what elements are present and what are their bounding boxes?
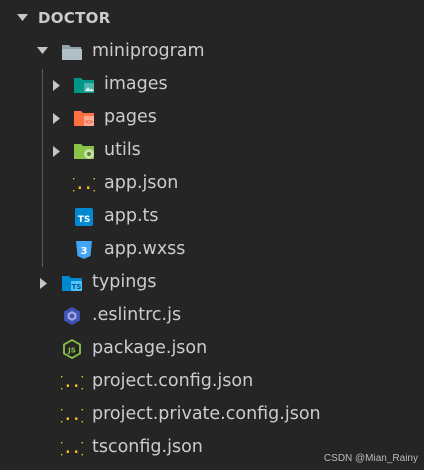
tree-item-miniprogram[interactable]: miniprogram: [0, 36, 424, 69]
chevron-right-icon: [53, 113, 60, 124]
svg-text:{..}: {..}: [61, 375, 83, 391]
tree-item-images[interactable]: images: [0, 69, 424, 102]
svg-text:TS: TS: [78, 215, 91, 225]
svg-text:<>: <>: [85, 118, 93, 126]
tree-item-utils[interactable]: utils: [0, 135, 424, 168]
json-icon: {..}: [61, 375, 83, 391]
chevron-right-icon: [53, 146, 60, 157]
tree-item-label: app.json: [104, 173, 179, 193]
tree-item-app-ts[interactable]: TS app.ts: [0, 201, 424, 234]
tree-item-label: project.private.config.json: [92, 404, 321, 424]
tree-item-project-config-json[interactable]: {..} project.config.json: [0, 366, 424, 399]
tree-item-label: tsconfig.json: [92, 437, 203, 457]
chevron-down-icon: [37, 47, 48, 54]
json-icon: {..}: [61, 408, 83, 424]
tree-item-label: .eslintrc.js: [92, 305, 182, 325]
chevron-down-icon: [17, 14, 28, 21]
tree-item-app-wxss[interactable]: 3 app.wxss: [0, 234, 424, 267]
folder-utils-icon: [74, 144, 94, 159]
eslint-icon: [64, 307, 80, 325]
tree-item-label: typings: [92, 272, 157, 292]
typescript-icon: TS: [75, 208, 93, 226]
svg-text:3: 3: [81, 246, 88, 257]
svg-text:JS: JS: [67, 347, 76, 355]
folder-typescript-icon: TS: [62, 276, 82, 291]
json-icon: {..}: [61, 441, 83, 457]
tree-item-pages[interactable]: <> pages: [0, 102, 424, 135]
watermark-text: CSDN @Mian_Rainy: [323, 453, 418, 464]
explorer-root-label: DOCTOR: [38, 9, 111, 27]
svg-text:{..}: {..}: [61, 441, 83, 457]
nodejs-icon: JS: [63, 339, 81, 359]
tree-item-label: app.wxss: [104, 239, 186, 259]
tree-item-label: miniprogram: [92, 41, 205, 61]
tree-item-label: pages: [104, 107, 157, 127]
svg-text:{..}: {..}: [73, 177, 95, 193]
chevron-right-icon: [53, 80, 60, 91]
svg-text:TS: TS: [72, 283, 82, 291]
tree-item-label: project.config.json: [92, 371, 254, 391]
tree-item-app-json[interactable]: {..} app.json: [0, 168, 424, 201]
tree-item-label: app.ts: [104, 206, 159, 226]
tree-item-label: utils: [104, 140, 141, 160]
chevron-right-icon: [40, 278, 47, 289]
folder-open-icon: [62, 45, 82, 60]
svg-text:{..}: {..}: [61, 408, 83, 424]
tree-item-typings[interactable]: TS typings: [0, 267, 424, 300]
json-icon: {..}: [73, 177, 95, 193]
tree-item-project-private-config-json[interactable]: {..} project.private.config.json: [0, 399, 424, 432]
tree-item-eslintrc[interactable]: .eslintrc.js: [0, 300, 424, 333]
tree-item-label: package.json: [92, 338, 208, 358]
tree-item-package-json[interactable]: JS package.json: [0, 333, 424, 366]
css-icon: 3: [76, 241, 92, 259]
explorer-root-header[interactable]: DOCTOR: [0, 0, 424, 36]
tree-item-label: images: [104, 74, 168, 94]
folder-images-icon: [74, 78, 94, 93]
folder-pages-icon: <>: [74, 111, 94, 126]
